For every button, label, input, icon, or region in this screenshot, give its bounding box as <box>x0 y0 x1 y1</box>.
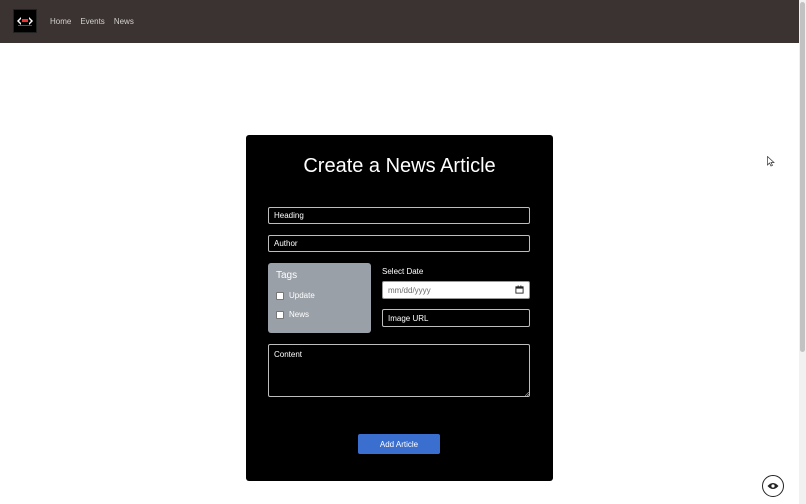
resize-grip-icon[interactable] <box>525 392 529 396</box>
mouse-cursor-icon <box>767 156 775 167</box>
date-input[interactable]: mm/dd/yyyy <box>382 281 530 299</box>
nav-events-link[interactable]: Events <box>80 17 104 26</box>
tags-title: Tags <box>276 270 298 281</box>
eye-icon <box>767 483 779 489</box>
site-logo-icon[interactable] <box>13 9 37 33</box>
scrollbar-thumb[interactable] <box>800 2 805 352</box>
content-textarea[interactable] <box>268 344 530 397</box>
floating-view-button[interactable] <box>762 475 784 497</box>
date-label: Select Date <box>382 267 424 276</box>
calendar-icon[interactable] <box>515 281 524 299</box>
form-title: Create a News Article <box>303 155 496 177</box>
tag-label: Update <box>289 291 315 300</box>
page-scrollbar[interactable] <box>799 0 806 504</box>
tags-group: Tags Update News <box>268 263 371 333</box>
nav-home-link[interactable]: Home <box>50 17 71 26</box>
news-checkbox[interactable] <box>276 310 284 319</box>
nav-links: Home Events News <box>50 0 134 43</box>
author-input[interactable] <box>268 235 530 252</box>
tag-option-news[interactable]: News <box>276 310 309 319</box>
top-navbar: Home Events News <box>0 0 799 43</box>
heading-input[interactable] <box>268 207 530 224</box>
tag-option-update[interactable]: Update <box>276 291 315 300</box>
image-url-input[interactable] <box>382 309 530 327</box>
nav-news-link[interactable]: News <box>114 17 134 26</box>
add-article-button[interactable]: Add Article <box>358 434 440 454</box>
tag-label: News <box>289 310 310 319</box>
create-article-form: Create a News Article Tags Update News S… <box>246 135 553 481</box>
update-checkbox[interactable] <box>276 291 284 300</box>
date-placeholder: mm/dd/yyyy <box>388 285 431 295</box>
